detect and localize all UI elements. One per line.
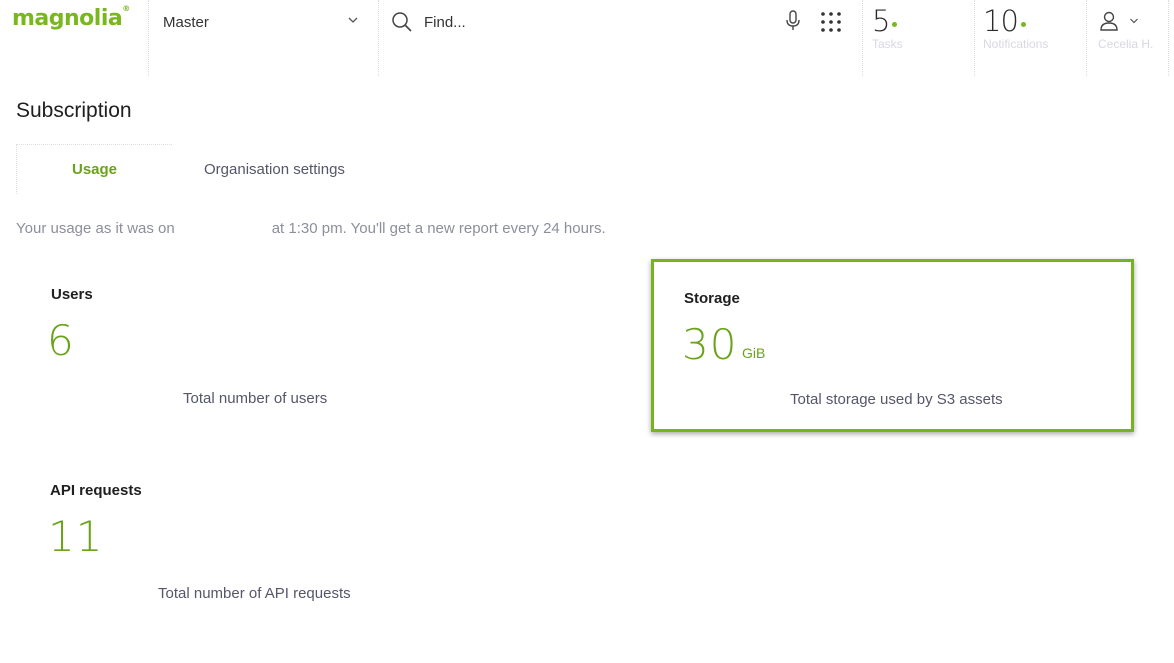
usage-note-suffix: at 1:30 pm. You'll get a new report ever…	[271, 220, 606, 237]
tab-organisation-settings[interactable]: Organisation settings	[186, 144, 368, 194]
search-icon[interactable]	[391, 11, 413, 33]
workspace-selected-value: Master	[163, 13, 209, 31]
microphone-icon[interactable]	[784, 10, 802, 32]
notifications-count: 10	[983, 4, 1019, 38]
app-header: magnolia® Master 5 Tasks 10 Notification…	[0, 0, 1174, 76]
storage-card-title: Storage	[684, 290, 740, 307]
tab-usage[interactable]: Usage	[16, 144, 172, 194]
tasks-label: Tasks	[872, 37, 903, 51]
header-divider	[148, 0, 149, 76]
logo-text: magnolia	[12, 6, 123, 31]
header-divider	[862, 0, 863, 76]
chevron-down-icon	[1130, 18, 1138, 24]
storage-card: Storage 30 GiB Total storage used by S3 …	[651, 259, 1134, 432]
app-launcher-grid-icon[interactable]	[819, 10, 843, 34]
trademark-symbol: ®	[122, 4, 130, 13]
usage-report-note: Your usage as it was on at 1:30 pm. You'l…	[16, 220, 606, 237]
magnolia-logo[interactable]: magnolia®	[12, 4, 130, 31]
chevron-down-icon	[348, 17, 358, 23]
notifications-label: Notifications	[983, 37, 1049, 51]
header-divider	[378, 0, 379, 76]
api-requests-card-title: API requests	[50, 482, 142, 499]
tasks-count: 5	[872, 4, 890, 38]
user-name: Cecelia H.	[1098, 37, 1154, 51]
users-card-description: Total number of users	[183, 390, 328, 407]
page-title: Subscription	[16, 99, 132, 122]
storage-card-description: Total storage used by S3 assets	[790, 391, 1003, 408]
api-requests-card: API requests 11 Total number of API requ…	[30, 466, 590, 626]
user-icon	[1100, 11, 1118, 31]
header-divider	[1168, 0, 1169, 76]
tasks-indicator-dot	[892, 22, 898, 28]
tasks-counter[interactable]: 5 Tasks	[872, 4, 903, 51]
api-requests-card-description: Total number of API requests	[158, 585, 351, 602]
users-count: 6	[47, 316, 75, 365]
header-divider	[1086, 0, 1087, 76]
header-divider	[974, 0, 975, 76]
workspace-selector[interactable]: Master	[150, 0, 378, 44]
notifications-indicator-dot	[1020, 22, 1026, 28]
user-menu[interactable]: Cecelia H.	[1098, 10, 1168, 70]
usage-note-prefix: Your usage as it was on	[16, 220, 175, 237]
storage-unit: GiB	[742, 345, 766, 361]
storage-value: 30	[682, 320, 738, 369]
search-input[interactable]	[424, 10, 774, 34]
api-requests-count: 11	[48, 512, 104, 561]
users-card: Users 6 Total number of users	[30, 270, 590, 430]
notifications-counter[interactable]: 10 Notifications	[983, 4, 1048, 51]
users-card-title: Users	[51, 286, 93, 303]
